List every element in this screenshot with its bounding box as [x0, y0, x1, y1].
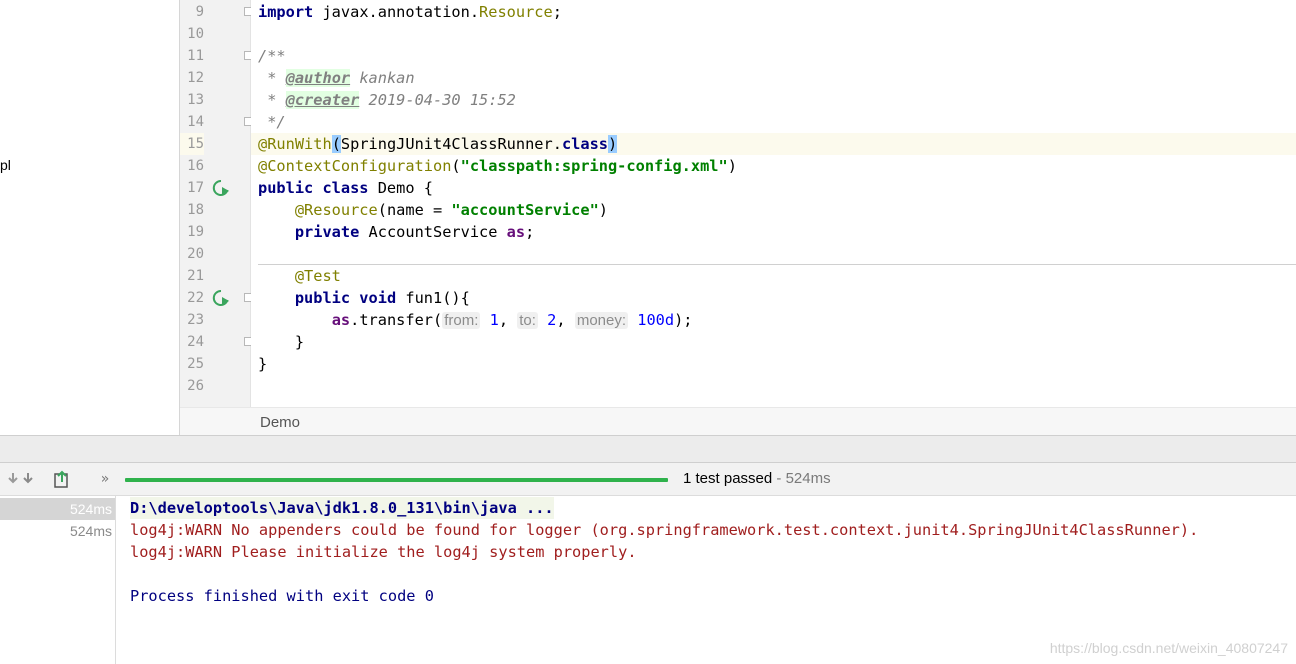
console-exit-line: Process finished with exit code 0 [130, 587, 434, 605]
line-number: 22 [187, 290, 204, 306]
line-number-current: 15 [180, 133, 204, 155]
code-editor[interactable]: import javax.annotation.Resource; /** * … [251, 0, 1296, 407]
more-actions-icon[interactable]: » [94, 468, 116, 490]
export-results-icon[interactable] [51, 468, 73, 490]
line-number: 26 [187, 378, 204, 394]
console-warn-line: log4j:WARN Please initialize the log4j s… [130, 543, 637, 561]
code-line-17: public class Demo { [258, 179, 433, 197]
code-line-16: @ContextConfiguration("classpath:spring-… [258, 157, 737, 175]
line-number: 17 [187, 180, 204, 196]
parameter-hint: from: [442, 312, 481, 329]
code-line-19: private AccountService as; [294, 223, 535, 241]
breadcrumb: Demo [180, 407, 1296, 436]
line-number: 13 [187, 92, 204, 108]
code-line-14: */ [258, 113, 286, 131]
line-number: 24 [187, 334, 204, 350]
line-number: 23 [187, 312, 204, 328]
run-toolbar: » 1 test passed - 524ms [0, 463, 1296, 496]
code-line-15: @RunWith(SpringJUnit4ClassRunner.class) [258, 135, 618, 153]
editor-gutter: 9 10 11 12 13 14 15 16 17 18 19 20 21 22… [180, 0, 253, 407]
console-warn-line: log4j:WARN No appenders could be found f… [130, 521, 1199, 539]
line-number: 20 [187, 246, 204, 262]
code-line-18: @Resource(name = "accountService") [294, 201, 608, 219]
code-line-25: } [258, 355, 268, 373]
line-number: 25 [187, 356, 204, 372]
line-number: 16 [187, 158, 204, 174]
line-number: 21 [187, 268, 204, 284]
code-line-24: } [258, 333, 305, 351]
method-separator [258, 264, 1296, 265]
line-number: 14 [187, 114, 204, 130]
line-number: 18 [187, 202, 204, 218]
next-failed-icon[interactable] [17, 468, 39, 490]
parameter-hint: to: [517, 312, 538, 329]
code-line-13: * @creater 2019-04-30 15:52 [258, 91, 516, 109]
code-line-11: /** [258, 47, 286, 65]
code-line-21: @Test [294, 267, 341, 285]
project-tree-panel[interactable]: pl [0, 0, 180, 435]
panel-splitter[interactable] [0, 435, 1296, 463]
console-command-line[interactable]: D:\developtools\Java\jdk1.8.0_131\bin\ja… [130, 497, 554, 519]
breadcrumb-item-demo[interactable]: Demo [260, 414, 300, 431]
test-results-tree[interactable]: 524ms 524ms [0, 496, 116, 664]
line-number: 19 [187, 224, 204, 240]
code-line-23: as.transfer(from: 1, to: 2, money: 100d)… [331, 311, 693, 329]
test-status: 1 test passed - 524ms [683, 470, 831, 487]
test-duration: 524ms [69, 523, 112, 539]
run-test-class-icon[interactable] [212, 179, 230, 197]
line-number: 11 [187, 48, 204, 64]
test-tree-row-fun1[interactable]: 524ms [0, 520, 115, 542]
code-line-9: import javax.annotation.Resource; [258, 3, 562, 21]
project-tree-item-fragment[interactable]: pl [0, 157, 11, 173]
test-progress-bar [125, 478, 668, 482]
line-number: 12 [187, 70, 204, 86]
code-line-12: * @author kankan [258, 69, 415, 87]
test-duration: 524ms [69, 501, 112, 517]
run-test-method-icon[interactable] [212, 289, 230, 307]
code-line-22: public void fun1(){ [294, 289, 470, 307]
test-tree-row-root[interactable]: 524ms [0, 498, 115, 520]
watermark: https://blog.csdn.net/weixin_40807247 [1049, 640, 1288, 656]
line-number: 10 [187, 26, 204, 42]
line-number: 9 [195, 4, 204, 20]
run-console[interactable]: D:\developtools\Java\jdk1.8.0_131\bin\ja… [116, 496, 1296, 664]
parameter-hint: money: [574, 312, 629, 329]
